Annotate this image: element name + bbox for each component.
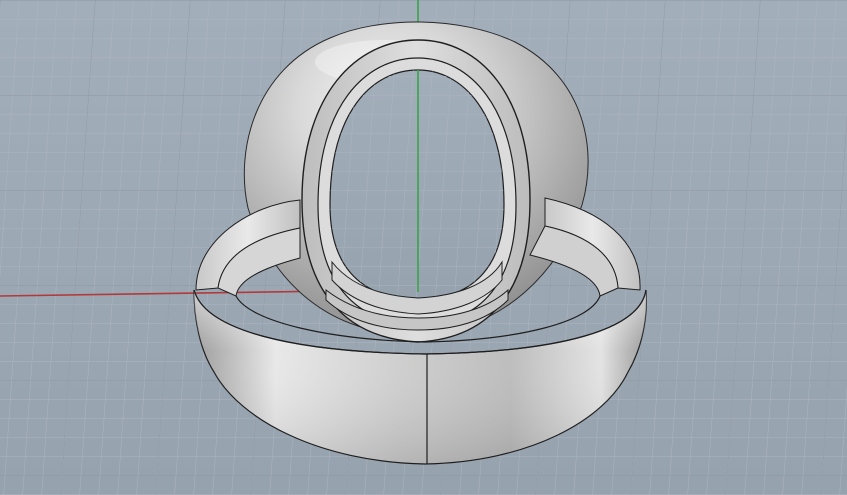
perspective-viewport[interactable] [0, 0, 847, 495]
viewport-canvas[interactable] [0, 0, 847, 495]
inner-ring-hole-grid [330, 70, 504, 300]
